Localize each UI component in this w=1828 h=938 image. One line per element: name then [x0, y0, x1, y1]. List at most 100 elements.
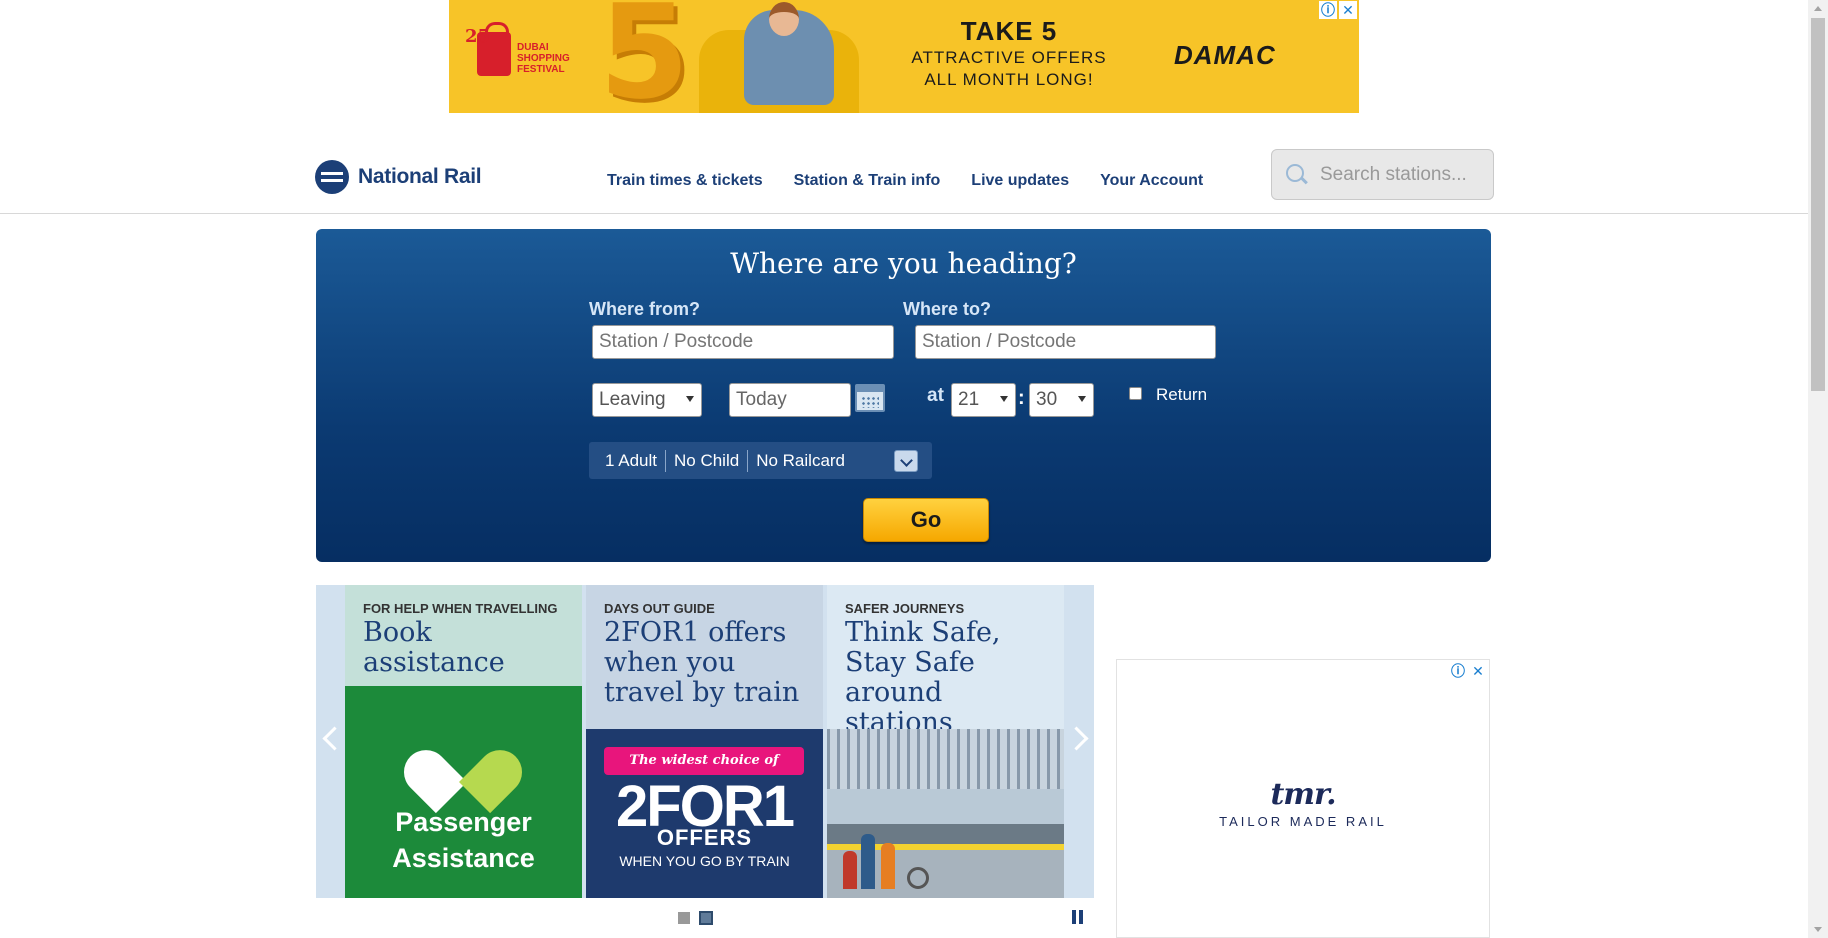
card-kicker: DAYS OUT GUIDE [604, 601, 715, 616]
damac-logo: DAMAC [1174, 40, 1276, 70]
tmr-logo: tmr. [1270, 777, 1336, 812]
go-by-train-text: WHEN YOU GO BY TRAIN [619, 853, 790, 869]
station-search[interactable] [1271, 149, 1494, 200]
calendar-icon[interactable] [855, 384, 885, 412]
page: 25 DUBAI SHOPPING FESTIVAL 5 TAKE 5 ATTR… [0, 0, 1828, 938]
page-scrollbar[interactable] [1808, 0, 1828, 938]
card-title: Book assistance [363, 617, 505, 678]
heart-left-shape [394, 740, 467, 814]
minute-select[interactable]: 30 [1029, 383, 1094, 417]
dropdown-arrow-icon [686, 396, 694, 402]
ad-controls: ⓘ ✕ [1449, 662, 1487, 680]
to-station-input[interactable] [915, 325, 1216, 359]
carousel-dot-1[interactable] [678, 912, 690, 924]
minute-value: 30 [1036, 389, 1058, 410]
woman-in-chair-image [699, 0, 869, 113]
nav-train-times-tickets[interactable]: Train times & tickets [607, 172, 763, 190]
main-nav: Train times & tickets Station & Train in… [607, 172, 1234, 190]
double-arrow-icon [315, 160, 349, 194]
top-advert[interactable]: 25 DUBAI SHOPPING FESTIVAL 5 TAKE 5 ATTR… [449, 0, 1359, 113]
person-shape [861, 834, 875, 889]
ad-headline: TAKE 5 [960, 16, 1058, 46]
promo-card-safer-journeys[interactable]: SAFER JOURNEYS Think Safe, Stay Safe aro… [827, 585, 1064, 898]
pause-icon[interactable] [1072, 910, 1084, 924]
image-text-line-2: Assistance [392, 843, 535, 873]
festival-number: 25 [465, 26, 491, 47]
image-text-line-1: Passenger [395, 807, 532, 837]
wheelchair-icon [907, 867, 929, 889]
festival-name: DUBAI SHOPPING FESTIVAL [517, 42, 570, 75]
ad-close-icon[interactable]: ✕ [1469, 662, 1487, 680]
ad-info-icon[interactable]: ⓘ [1449, 662, 1467, 680]
adult-count: 1 Adult [605, 450, 657, 470]
logo-text: National Rail [358, 165, 482, 188]
promo-carousel: FOR HELP WHEN TRAVELLING Book assistance… [316, 585, 1094, 898]
tmr-tagline: TAILOR MADE RAIL [1219, 814, 1387, 829]
passenger-assistance-image: Passenger Assistance [345, 686, 582, 898]
leaving-select[interactable]: Leaving [592, 383, 702, 417]
card-kicker: FOR HELP WHEN TRAVELLING [363, 601, 558, 616]
ad-info-icon[interactable]: ⓘ [1319, 1, 1337, 19]
ribbon-text: The widest choice of [604, 747, 804, 775]
from-station-input[interactable] [592, 325, 894, 359]
card-text: DAYS OUT GUIDE 2FOR1 offers when you tra… [586, 585, 823, 708]
passenger-selector[interactable]: 1 Adult No Child No Railcard [589, 442, 932, 479]
offers-text: OFFERS [656, 825, 753, 850]
nav-live-updates[interactable]: Live updates [971, 172, 1069, 190]
header-divider [0, 213, 1808, 214]
journey-heading: Where are you heading? [730, 247, 1077, 280]
return-label: Return [1156, 385, 1208, 404]
divider [747, 449, 749, 472]
scroll-down-icon[interactable] [1808, 921, 1828, 938]
scrollbar-thumb[interactable] [1811, 18, 1825, 391]
big-five-digit: 5 [599, 0, 690, 113]
date-input[interactable] [729, 383, 851, 417]
carousel-prev-icon[interactable] [316, 585, 344, 898]
go-button[interactable]: Go [863, 498, 989, 542]
person-head-shape [769, 2, 799, 36]
carousel-dot-2[interactable] [699, 911, 713, 925]
2for1-offers-image: The widest choice of 2FOR1 OFFERS WHEN Y… [586, 729, 823, 898]
card-title: 2FOR1 offers when you travel by train [604, 617, 800, 708]
chevron-down-icon[interactable] [894, 450, 918, 472]
from-label: Where from? [589, 299, 701, 319]
side-advert[interactable]: ⓘ ✕ tmr. TAILOR MADE RAIL [1116, 659, 1490, 938]
scroll-up-icon[interactable] [1808, 0, 1828, 17]
card-title: Think Safe, Stay Safe around stations [845, 617, 1001, 738]
ad-controls: ⓘ ✕ [1319, 1, 1357, 19]
ad-subline-2: ALL MONTH LONG! [924, 70, 1094, 89]
time-colon: : [1018, 387, 1025, 409]
railcard-value: No Railcard [756, 450, 846, 470]
nav-station-train-info[interactable]: Station & Train info [794, 172, 941, 190]
nav-your-account[interactable]: Your Account [1100, 172, 1203, 190]
heart-hands-icon [394, 724, 532, 814]
card-text: FOR HELP WHEN TRAVELLING Book assistance [345, 585, 582, 678]
station-platform-image [827, 729, 1064, 898]
carousel-next-icon[interactable] [1066, 585, 1094, 898]
heart-right-shape [459, 740, 532, 814]
dropdown-arrow-icon [1000, 396, 1008, 402]
card-kicker: SAFER JOURNEYS [845, 601, 965, 616]
person-shape [881, 843, 895, 889]
dropdown-arrow-icon [1078, 396, 1086, 402]
station-roof-shape [827, 729, 1064, 789]
card-text: SAFER JOURNEYS Think Safe, Stay Safe aro… [827, 585, 1064, 738]
ad-headline-block: TAKE 5 ATTRACTIVE OFFERS ALL MONTH LONG! [904, 16, 1114, 91]
dubai-shopping-festival-logo: 25 DUBAI SHOPPING FESTIVAL [465, 22, 587, 86]
promo-card-days-out[interactable]: DAYS OUT GUIDE 2FOR1 offers when you tra… [586, 585, 823, 898]
passengers-illustration [843, 819, 933, 889]
assistance-image-text: Passenger Assistance [345, 804, 582, 876]
promo-card-assistance[interactable]: FOR HELP WHEN TRAVELLING Book assistance… [345, 585, 582, 898]
hour-select[interactable]: 21 [951, 383, 1016, 417]
national-rail-logo[interactable]: National Rail [315, 160, 482, 194]
ad-subline-1: ATTRACTIVE OFFERS [911, 48, 1107, 67]
hour-value: 21 [958, 389, 980, 410]
search-icon [1286, 163, 1308, 186]
search-input[interactable] [1320, 163, 1490, 186]
to-label: Where to? [903, 299, 991, 319]
at-label: at [927, 385, 944, 406]
ad-close-icon[interactable]: ✕ [1339, 1, 1357, 19]
divider [665, 449, 666, 472]
journey-planner: Where are you heading? Where from? Where… [316, 229, 1491, 562]
return-checkbox[interactable] [1129, 387, 1142, 400]
